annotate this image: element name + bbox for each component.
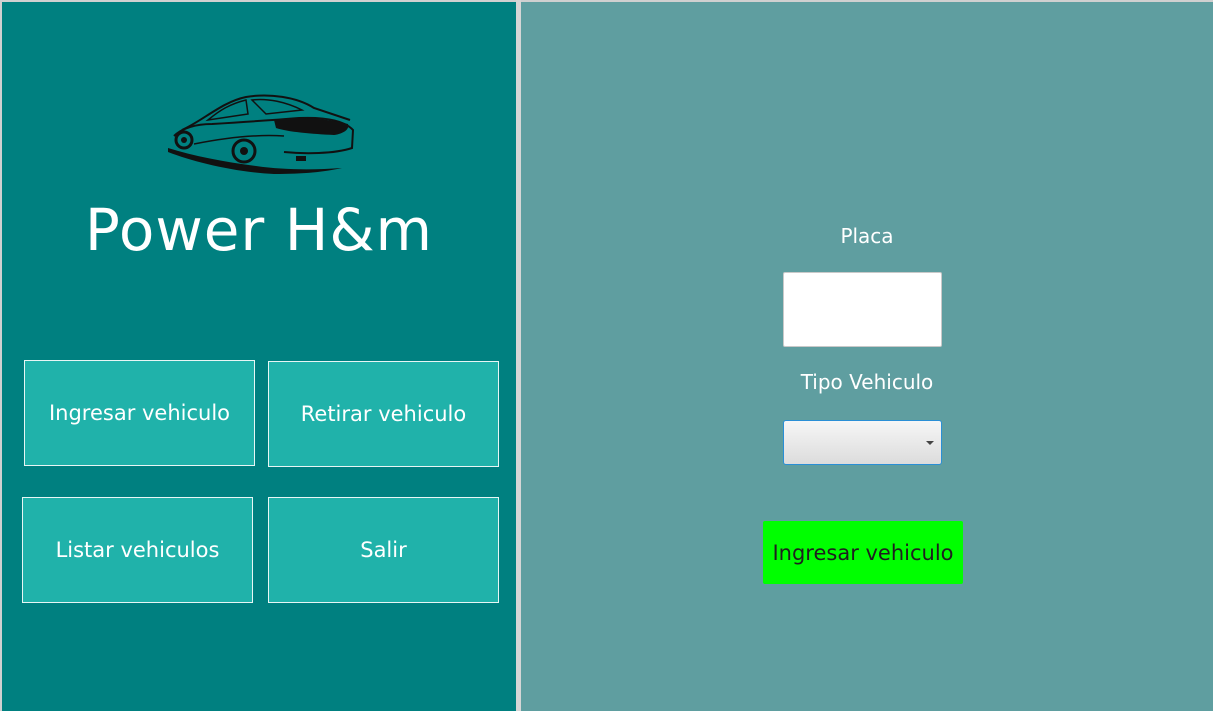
- form-panel: Placa Tipo Vehiculo Ingresar vehiculo: [521, 2, 1213, 711]
- placa-label: Placa: [840, 224, 894, 248]
- chevron-down-icon: [926, 441, 934, 445]
- sidebar-panel: Power H&m Ingresar vehiculo Retirar vehi…: [2, 2, 516, 711]
- brand-title: Power H&m: [84, 196, 434, 264]
- tipo-vehiculo-label: Tipo Vehiculo: [800, 370, 934, 394]
- retirar-vehiculo-button[interactable]: Retirar vehiculo: [268, 361, 499, 467]
- placa-input[interactable]: [783, 272, 942, 347]
- ingresar-vehiculo-button[interactable]: Ingresar vehiculo: [24, 360, 255, 466]
- app-window: Power H&m Ingresar vehiculo Retirar vehi…: [0, 0, 1213, 711]
- submit-ingresar-vehiculo-button[interactable]: Ingresar vehiculo: [763, 521, 963, 584]
- car-icon: [168, 94, 355, 174]
- listar-vehiculos-button[interactable]: Listar vehiculos: [22, 497, 253, 603]
- tipo-vehiculo-select[interactable]: [783, 420, 942, 465]
- salir-button[interactable]: Salir: [268, 497, 499, 603]
